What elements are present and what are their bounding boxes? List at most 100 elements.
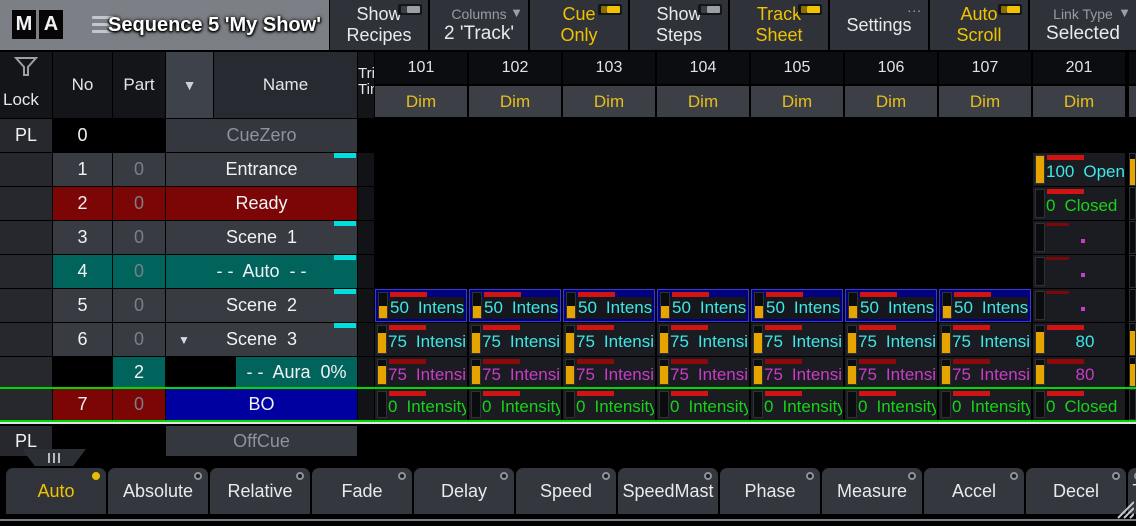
part-number-cell[interactable]: 0 — [113, 187, 165, 220]
column-header-lock[interactable]: Lock — [0, 52, 52, 118]
fixture-column-attribute-104[interactable]: Dim — [657, 86, 749, 117]
sort-column-header[interactable]: ▼ — [166, 52, 213, 118]
cue-number-cell[interactable] — [53, 357, 112, 387]
value-cell-105[interactable]: 50Intensity — [751, 289, 843, 322]
value-cell-107[interactable]: 50Intensity — [939, 289, 1031, 322]
value-cell-104[interactable]: 0Intensity — [657, 389, 749, 420]
cue-name-cell[interactable]: Entrance — [166, 153, 357, 186]
cue-name-cell[interactable]: Scene 3▼ — [166, 323, 357, 356]
part-number-cell[interactable] — [113, 426, 165, 456]
toolbar-button-auto-scroll[interactable]: AutoScroll — [930, 0, 1028, 50]
trigtime-cell[interactable] — [358, 187, 374, 220]
encoder-tab-speedmast[interactable]: SpeedMast — [618, 468, 718, 514]
part-number-cell[interactable]: 0 — [113, 255, 165, 288]
cue-number-cell[interactable]: 3 — [53, 221, 112, 254]
value-cell-102[interactable]: 0Intensity — [469, 389, 561, 420]
toolbar-button-show-steps[interactable]: ShowSteps — [630, 0, 728, 50]
encoder-tab-phase[interactable]: Phase — [720, 468, 820, 514]
fixture-column-id-106[interactable]: 106 — [845, 52, 937, 84]
value-cell-107[interactable]: 75Intensity — [939, 323, 1031, 356]
trigtime-cell[interactable] — [358, 323, 374, 356]
encoder-tab-delay[interactable]: Delay — [414, 468, 514, 514]
fixture-column-id-101[interactable]: 101 — [375, 52, 467, 84]
value-cell-101[interactable]: 75Intensity — [375, 357, 467, 387]
value-cell-201[interactable] — [1033, 255, 1125, 288]
encoder-tab-speed[interactable]: Speed — [516, 468, 616, 514]
cue-name-cell[interactable]: - - Auto - - — [166, 255, 357, 288]
fixture-column-id-201[interactable]: 201 — [1033, 52, 1125, 84]
part-number-cell[interactable]: 0 — [113, 289, 165, 322]
window-drag-handle[interactable] — [22, 449, 86, 466]
value-cell-102[interactable]: 50Intensity — [469, 289, 561, 322]
trigtime-cell[interactable] — [358, 153, 374, 186]
toolbar-button-show-recipes[interactable]: ShowRecipes — [330, 0, 428, 50]
value-cell-201[interactable] — [1033, 221, 1125, 254]
fixture-column-attribute-201[interactable]: Dim — [1033, 86, 1125, 117]
value-cell-201[interactable]: 80 — [1033, 357, 1125, 387]
part-number-cell[interactable]: 0 — [113, 153, 165, 186]
cue-number-cell[interactable]: 7 — [53, 389, 112, 420]
fixture-column-attribute-101[interactable]: Dim — [375, 86, 467, 117]
cue-name-cell[interactable]: Scene 2 — [166, 289, 357, 322]
fixture-column-attribute-106[interactable]: Dim — [845, 86, 937, 117]
value-cell-107[interactable]: 75Intensity — [939, 357, 1031, 387]
value-cell-106[interactable]: 50Intensity — [845, 289, 937, 322]
value-cell-103[interactable]: 75Intensity — [563, 357, 655, 387]
part-number-cell[interactable]: 0 — [113, 323, 165, 356]
resize-grip-icon[interactable] — [1114, 498, 1134, 520]
fixture-column-attribute-107[interactable]: Dim — [939, 86, 1031, 117]
part-number-cell[interactable] — [113, 119, 165, 152]
encoder-tab-measure[interactable]: Measure — [822, 468, 922, 514]
trigtime-cell[interactable] — [358, 255, 374, 288]
column-header-no[interactable]: No — [53, 52, 112, 118]
encoder-tab-accel[interactable]: Accel — [924, 468, 1024, 514]
encoder-tab-absolute[interactable]: Absolute — [108, 468, 208, 514]
value-cell-104[interactable]: 75Intensity — [657, 357, 749, 387]
value-cell-105[interactable]: 75Intensity — [751, 357, 843, 387]
value-cell-103[interactable]: 0Intensity — [563, 389, 655, 420]
part-number-cell[interactable]: 0 — [113, 389, 165, 420]
value-cell-101[interactable]: 0Intensity — [375, 389, 467, 420]
value-cell-107[interactable]: 0Intensity — [939, 389, 1031, 420]
fixture-column-id-107[interactable]: 107 — [939, 52, 1031, 84]
value-cell-201[interactable]: 100Open — [1033, 153, 1125, 186]
cue-name-cell[interactable]: Scene 1 — [166, 221, 357, 254]
trigtime-cell[interactable] — [358, 289, 374, 322]
lock-cell[interactable] — [0, 187, 52, 220]
toolbar-button-link-type[interactable]: Link TypeSelected▼ — [1030, 0, 1136, 50]
expand-icon[interactable]: ▼ — [178, 333, 190, 347]
cue-name-cell[interactable]: OffCue — [166, 426, 357, 456]
value-cell-105[interactable]: 0Intensity — [751, 389, 843, 420]
cue-name-cell[interactable]: BO — [166, 389, 357, 420]
encoder-tab-auto[interactable]: Auto — [6, 468, 106, 514]
value-cell-201[interactable]: 0Closed — [1033, 187, 1125, 220]
part-number-cell[interactable]: 0 — [113, 221, 165, 254]
value-cell-106[interactable]: 0Intensity — [845, 389, 937, 420]
toolbar-button-columns[interactable]: Columns2 'Track'▼ — [430, 0, 528, 50]
value-cell-101[interactable]: 50Intensity — [375, 289, 467, 322]
cue-number-cell[interactable]: 6 — [53, 323, 112, 356]
lock-cell[interactable] — [0, 389, 52, 420]
value-cell-105[interactable]: 75Intensity — [751, 323, 843, 356]
value-cell-103[interactable]: 75Intensity — [563, 323, 655, 356]
value-cell-102[interactable]: 75Intensity — [469, 323, 561, 356]
window-title[interactable]: Sequence 5 'My Show' — [100, 0, 329, 50]
trigtime-cell[interactable] — [358, 389, 374, 420]
encoder-tab-decel[interactable]: Decel — [1026, 468, 1126, 514]
column-header-trigtime[interactable]: Trig Time — [358, 52, 374, 118]
toolbar-button-settings[interactable]: Settings... — [830, 0, 928, 50]
value-cell-104[interactable]: 75Intensity — [657, 323, 749, 356]
lock-cell[interactable] — [0, 255, 52, 288]
fixture-column-id-104[interactable]: 104 — [657, 52, 749, 84]
cue-number-cell[interactable]: 2 — [53, 187, 112, 220]
cue-name-cell[interactable]: Ready — [166, 187, 357, 220]
cue-name-cell[interactable]: CueZero — [166, 119, 357, 152]
lock-cell[interactable] — [0, 323, 52, 356]
value-cell-104[interactable]: 50Intensity — [657, 289, 749, 322]
fixture-column-attribute-103[interactable]: Dim — [563, 86, 655, 117]
value-cell-102[interactable]: 75Intensity — [469, 357, 561, 387]
cue-name-cell[interactable]: - - Aura 0% — [166, 357, 357, 387]
encoder-tab-relative[interactable]: Relative — [210, 468, 310, 514]
value-cell-101[interactable]: 75Intensity — [375, 323, 467, 356]
value-cell-106[interactable]: 75Intensity — [845, 323, 937, 356]
